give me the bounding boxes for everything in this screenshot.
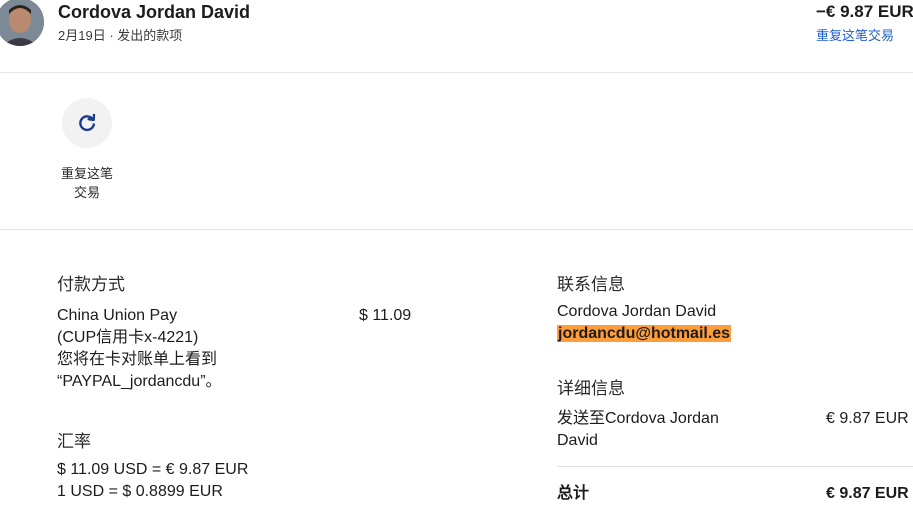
contact-info-name: Cordova Jordan David — [557, 303, 717, 320]
contact-name: Cordova Jordan David — [58, 2, 251, 22]
avatar — [0, 0, 44, 46]
repeat-transaction-link[interactable]: 重复这笔交易 — [816, 25, 894, 44]
payment-method-title: 付款方式 — [57, 275, 125, 294]
refresh-icon — [79, 113, 96, 132]
total-amount: € 9.87 EUR — [826, 485, 909, 502]
sent-to-line2: David — [557, 432, 598, 449]
payment-method-name: China Union Pay — [57, 307, 178, 324]
divider — [0, 229, 913, 230]
sent-amount: € 9.87 EUR — [826, 410, 909, 427]
divider — [0, 72, 913, 73]
transaction-subtitle: 2月19日 · 发出的款项 — [58, 25, 182, 44]
repeat-label-line2: 交易 — [73, 185, 100, 200]
sent-to-label: 发送至Cordova Jordan David — [557, 408, 719, 452]
total-label: 总计 — [557, 485, 590, 502]
statement-note-line1: 您将在卡对账单上看到 — [57, 351, 218, 368]
divider — [557, 466, 913, 467]
exchange-rate-details: $ 11.09 USD = € 9.87 EUR 1 USD = $ 0.889… — [57, 459, 248, 503]
exchange-rate: 1 USD = $ 0.8899 EUR — [57, 483, 223, 500]
exchange-conversion: $ 11.09 USD = € 9.87 EUR — [57, 461, 249, 478]
transaction-amount: −€ 9.87 EUR — [816, 2, 913, 21]
repeat-label-line1: 重复这笔 — [60, 166, 113, 181]
contact-email[interactable]: jordancdu@hotmail.es — [557, 325, 732, 342]
separator: · — [109, 28, 114, 43]
sent-to-line1: 发送至Cordova Jordan — [557, 410, 719, 427]
details-title: 详细信息 — [557, 379, 625, 398]
contact-info-title: 联系信息 — [557, 275, 625, 294]
payment-method-details: China Union Pay (CUP信用卡x-4221) 您将在卡对账单上看… — [57, 305, 222, 393]
exchange-rate-title: 汇率 — [57, 432, 91, 451]
statement-note-line2: “PAYPAL_jordancdu”。 — [57, 373, 222, 390]
transaction-date: 2月19日 — [58, 28, 106, 43]
contact-info-details: Cordova Jordan David jordancdu@hotmail.e… — [557, 301, 732, 345]
repeat-transaction-button[interactable] — [62, 98, 112, 148]
payment-amount: $ 11.09 — [359, 307, 412, 324]
payment-card: (CUP信用卡x-4221) — [57, 329, 199, 346]
repeat-transaction-label[interactable]: 重复这笔 交易 — [44, 164, 130, 202]
transaction-type: 发出的款项 — [117, 28, 183, 43]
